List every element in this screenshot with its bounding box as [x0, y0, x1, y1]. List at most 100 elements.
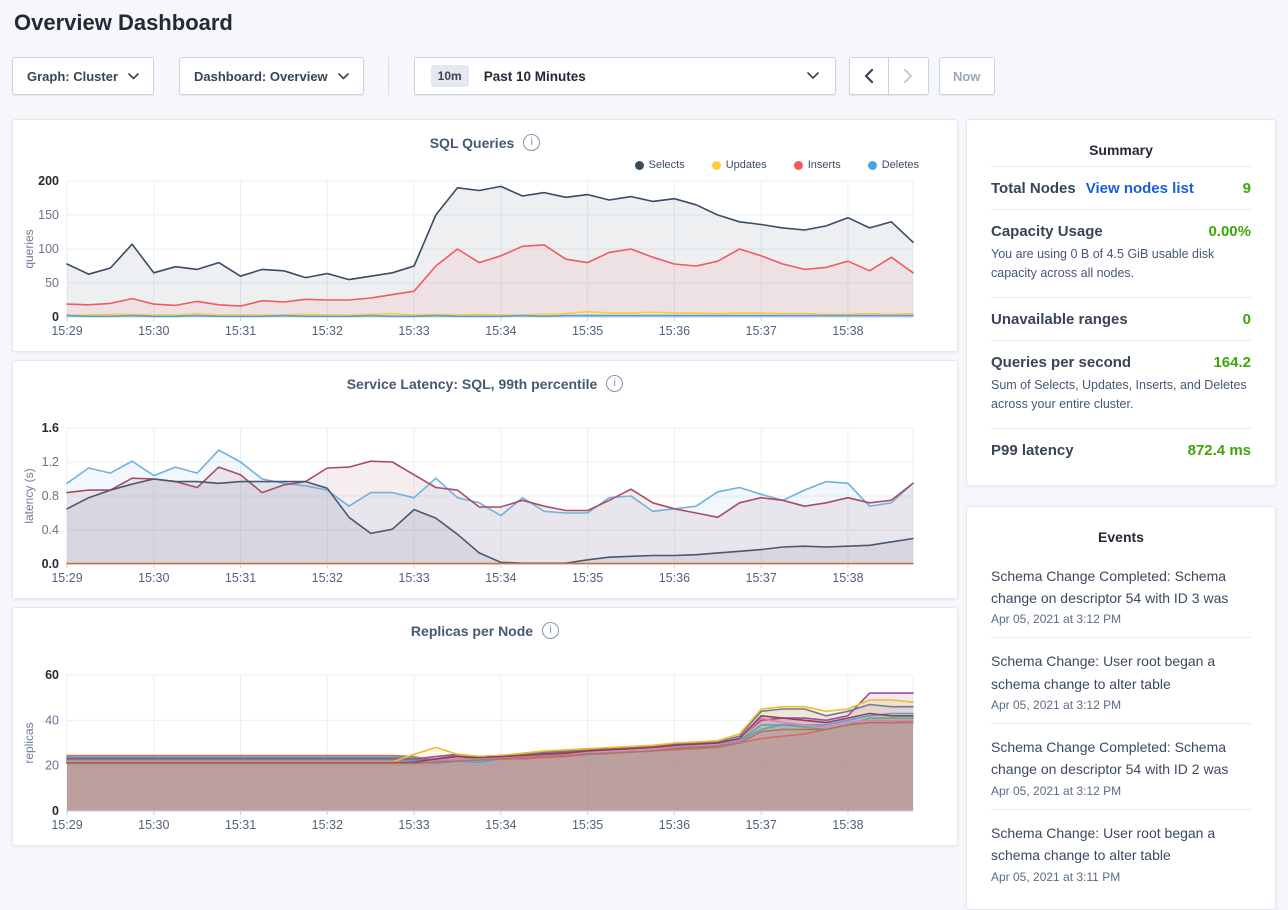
legend-item[interactable]: Inserts: [794, 159, 841, 171]
service-latency-chart[interactable]: 0.00.40.81.21.615:2915:3015:3115:3215:33…: [19, 418, 951, 590]
time-range-badge: 10m: [431, 65, 469, 87]
event-item: Schema Change Completed: Schema change o…: [991, 723, 1251, 809]
qps-label: Queries per second: [991, 354, 1131, 371]
replicas-panel: Replicas per Node i 0 20 40 60 15:29 15:30 15:…: [12, 607, 958, 846]
svg-text:15:37: 15:37: [746, 818, 777, 832]
svg-text:40: 40: [45, 713, 59, 727]
svg-text:15:32: 15:32: [312, 324, 343, 338]
toolbar-divider: [388, 57, 389, 95]
info-icon[interactable]: i: [523, 134, 540, 151]
svg-text:60: 60: [45, 668, 59, 682]
svg-text:15:30: 15:30: [138, 324, 169, 338]
svg-text:50: 50: [45, 276, 59, 290]
total-nodes-label: Total Nodes: [991, 180, 1076, 197]
svg-text:20: 20: [45, 759, 59, 773]
summary-p99: P99 latency 872.4 ms: [991, 428, 1251, 471]
dashboard-dropdown[interactable]: Dashboard: Overview: [179, 57, 364, 95]
legend-label: Updates: [726, 159, 767, 171]
service-latency-panel: Service Latency: SQL, 99th percentile i …: [12, 360, 958, 599]
svg-text:15:30: 15:30: [138, 571, 169, 585]
svg-text:15:36: 15:36: [659, 818, 690, 832]
svg-text:0: 0: [52, 310, 59, 324]
legend-dot-icon: [868, 161, 877, 170]
event-item: Schema Change Completed: Schema change o…: [991, 553, 1251, 638]
sql-queries-chart[interactable]: 05010015020015:2915:3015:3115:3215:3315:…: [19, 171, 951, 343]
chart-title: Service Latency: SQL, 99th percentile: [347, 376, 598, 392]
summary-panel: Summary Total Nodes View nodes list 9 Ca…: [966, 119, 1276, 486]
svg-text:0: 0: [52, 804, 59, 818]
svg-text:15:33: 15:33: [398, 324, 429, 338]
summary-total-nodes: Total Nodes View nodes list 9: [991, 166, 1251, 209]
svg-text:replicas: replicas: [22, 722, 36, 763]
svg-text:15:33: 15:33: [398, 818, 429, 832]
replicas-chart[interactable]: 020406015:2915:3015:3115:3215:3315:3415:…: [19, 665, 951, 837]
svg-text:15:29: 15:29: [51, 324, 82, 338]
svg-text:15:31: 15:31: [225, 324, 256, 338]
legend-item[interactable]: Selects: [635, 159, 685, 171]
svg-text:15:38: 15:38: [832, 571, 863, 585]
view-nodes-list-link[interactable]: View nodes list: [1086, 180, 1194, 197]
chevron-right-icon: [904, 69, 913, 83]
event-timestamp: Apr 05, 2021 at 3:12 PM: [991, 698, 1251, 712]
info-icon[interactable]: i: [606, 375, 623, 392]
chart-svg: 020406015:2915:3015:3115:3215:3315:3415:…: [19, 665, 951, 837]
time-range-label: Past 10 Minutes: [484, 69, 586, 84]
event-timestamp: Apr 05, 2021 at 3:12 PM: [991, 612, 1251, 626]
info-icon[interactable]: i: [542, 622, 559, 639]
charts-column: SQL Queries i Selects Updates Inserts Delet…: [12, 119, 958, 854]
chart-title: Replicas per Node: [411, 623, 533, 639]
chevron-down-icon: [128, 73, 139, 80]
time-next-button[interactable]: [889, 57, 929, 95]
capacity-desc: You are using 0 B of 4.5 GiB usable disk…: [991, 245, 1251, 297]
svg-text:0.0: 0.0: [42, 557, 59, 571]
event-timestamp: Apr 05, 2021 at 3:11 PM: [991, 870, 1251, 884]
chart-title: SQL Queries: [430, 135, 515, 151]
svg-text:200: 200: [38, 174, 59, 188]
svg-text:15:37: 15:37: [746, 324, 777, 338]
p99-latency-value: 872.4 ms: [1188, 442, 1251, 459]
time-range-dropdown[interactable]: 10m Past 10 Minutes: [414, 57, 836, 95]
svg-text:latency (s): latency (s): [22, 468, 36, 523]
svg-text:15:38: 15:38: [832, 818, 863, 832]
page-title: Overview Dashboard: [14, 10, 1274, 36]
svg-text:15:34: 15:34: [485, 818, 516, 832]
svg-text:15:35: 15:35: [572, 818, 603, 832]
svg-text:0.8: 0.8: [42, 489, 59, 503]
svg-text:100: 100: [38, 242, 59, 256]
chevron-down-icon: [338, 73, 349, 80]
capacity-label: Capacity Usage: [991, 223, 1103, 240]
svg-text:15:34: 15:34: [485, 324, 516, 338]
summary-capacity: Capacity Usage 0.00% You are using 0 B o…: [991, 209, 1251, 297]
svg-text:15:37: 15:37: [746, 571, 777, 585]
summary-unavailable-ranges: Unavailable ranges 0: [991, 297, 1251, 340]
legend-dot-icon: [794, 161, 803, 170]
graph-dropdown[interactable]: Graph: Cluster: [12, 57, 154, 95]
time-prev-button[interactable]: [849, 57, 889, 95]
svg-text:15:33: 15:33: [398, 571, 429, 585]
svg-text:15:29: 15:29: [51, 818, 82, 832]
chevron-down-icon: [807, 72, 819, 80]
dashboard-dropdown-label: Dashboard: Overview: [194, 69, 328, 84]
svg-text:15:36: 15:36: [659, 324, 690, 338]
chart-legend: Selects Updates Inserts Deletes: [19, 159, 951, 171]
svg-text:15:30: 15:30: [138, 818, 169, 832]
svg-text:1.2: 1.2: [42, 455, 59, 469]
legend-dot-icon: [712, 161, 721, 170]
graph-dropdown-label: Graph: Cluster: [27, 69, 118, 84]
svg-text:15:38: 15:38: [832, 324, 863, 338]
now-button[interactable]: Now: [939, 57, 995, 95]
main-content: SQL Queries i Selects Updates Inserts Delet…: [12, 119, 1276, 910]
svg-text:0.4: 0.4: [42, 523, 59, 537]
svg-text:15:31: 15:31: [225, 818, 256, 832]
p99-latency-label: P99 latency: [991, 442, 1074, 459]
summary-qps: Queries per second 164.2 Sum of Selects,…: [991, 340, 1251, 428]
legend-label: Inserts: [808, 159, 841, 171]
legend-item[interactable]: Deletes: [868, 159, 919, 171]
svg-text:15:34: 15:34: [485, 571, 516, 585]
svg-text:queries: queries: [22, 229, 36, 268]
chevron-left-icon: [864, 69, 873, 83]
event-text: Schema Change Completed: Schema change o…: [991, 565, 1251, 610]
legend-item[interactable]: Updates: [712, 159, 767, 171]
time-nav-group: [849, 57, 929, 95]
qps-value: 164.2: [1213, 354, 1251, 371]
